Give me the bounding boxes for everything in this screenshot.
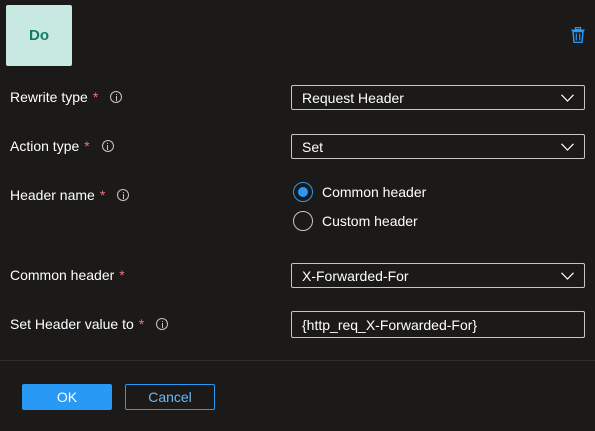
info-icon[interactable]	[117, 189, 130, 201]
action-type-label-text: Action type	[10, 138, 80, 154]
set-header-value-input[interactable]: {http_req_X-Forwarded-For}	[291, 311, 585, 338]
header-name-label-text: Header name	[10, 187, 95, 203]
trash-icon[interactable]	[571, 27, 585, 43]
action-type-value: Set	[302, 138, 324, 155]
rewrite-type-label: Rewrite type *	[10, 89, 123, 105]
chevron-down-icon	[561, 94, 574, 102]
common-header-dropdown[interactable]: X-Forwarded-For	[291, 263, 585, 288]
do-tile: Do	[6, 5, 72, 66]
info-icon[interactable]	[156, 318, 169, 330]
required-marker: *	[84, 138, 90, 154]
do-tile-label: Do	[29, 27, 49, 44]
info-icon[interactable]	[110, 91, 123, 103]
radio-custom-header[interactable]: Custom header	[293, 211, 418, 231]
common-header-label: Common header *	[10, 267, 125, 283]
cancel-button[interactable]: Cancel	[125, 384, 215, 410]
common-header-label-text: Common header	[10, 267, 115, 283]
rewrite-action-panel: Do Rewrite type * Request Header Action …	[0, 0, 595, 431]
header-name-label: Header name *	[10, 187, 130, 203]
rewrite-type-dropdown[interactable]: Request Header	[291, 85, 585, 110]
common-header-value: X-Forwarded-For	[302, 267, 409, 284]
required-marker: *	[138, 316, 145, 332]
footer-divider	[0, 360, 595, 361]
radio-button[interactable]	[293, 211, 313, 231]
required-marker: *	[119, 267, 125, 283]
radio-label-common-header: Common header	[322, 184, 427, 200]
action-type-label: Action type *	[10, 138, 114, 154]
set-header-value-label-text: Set Header value to	[10, 316, 134, 332]
set-header-value-text: {http_req_X-Forwarded-For}	[302, 316, 478, 333]
chevron-down-icon	[561, 143, 574, 151]
radio-common-header[interactable]: Common header	[293, 182, 426, 202]
rewrite-type-label-text: Rewrite type	[10, 89, 88, 105]
rewrite-type-value: Request Header	[302, 89, 404, 106]
radio-label-custom-header: Custom header	[322, 213, 418, 229]
set-header-value-label: Set Header value to *	[10, 316, 169, 332]
required-marker: *	[99, 187, 106, 203]
info-icon[interactable]	[101, 140, 114, 152]
chevron-down-icon	[561, 272, 574, 280]
action-type-dropdown[interactable]: Set	[291, 134, 585, 159]
required-marker: *	[92, 89, 99, 105]
radio-button-selected[interactable]	[293, 182, 313, 202]
ok-button[interactable]: OK	[22, 384, 112, 410]
